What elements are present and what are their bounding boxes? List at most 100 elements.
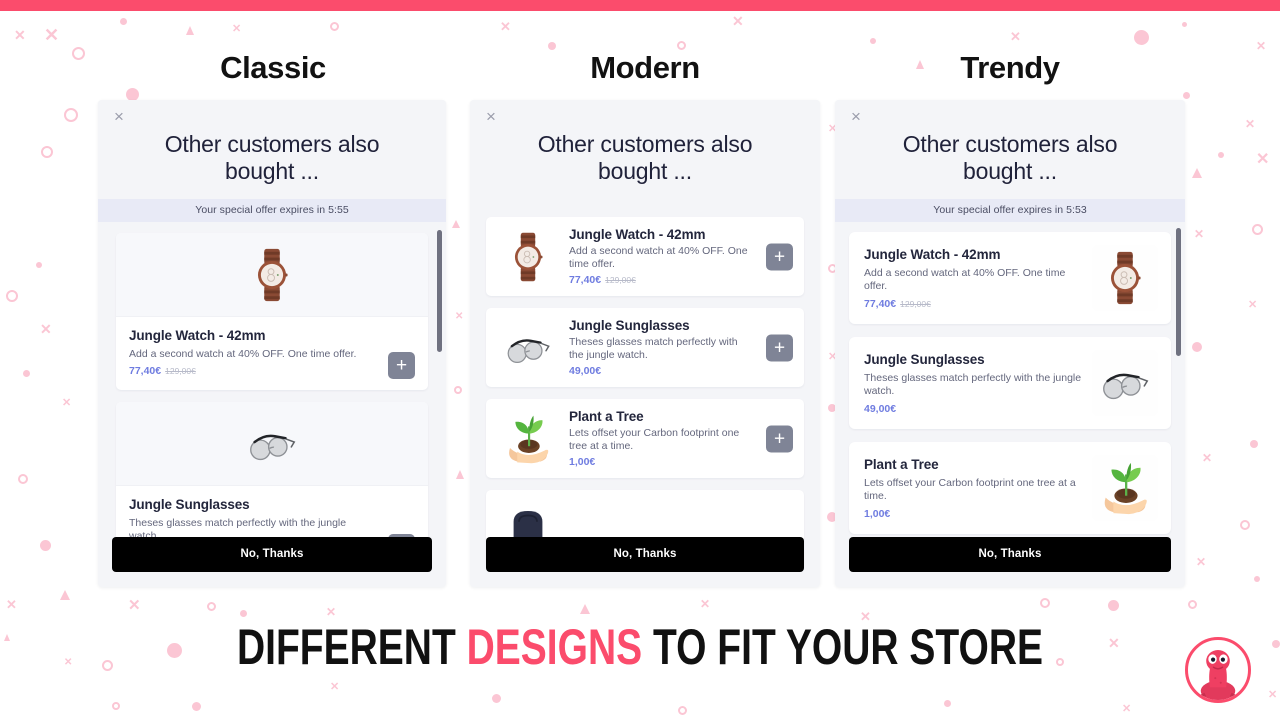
close-icon[interactable]: × [847,108,865,126]
decorative-ring [454,386,462,394]
decorative-dot [36,262,42,268]
current-price: 1,00€ [864,507,891,520]
slide-canvas: ✕✕✕✕✕✕✕✕✕✕✕✕✕✕✕✕✕✕✕✕✕✕✕✕✕✕✕✕✕ Classic Mo… [0,0,1280,720]
product-title: Plant a Tree [864,456,939,472]
product-card[interactable]: Jungle Watch - 42mm Add a second watch at… [849,232,1171,324]
design-variant-headings: Classic Modern Trendy [0,50,1280,96]
product-card[interactable]: Jungle Watch - 42mm Add a second watch at… [116,233,428,390]
product-info: Jungle Sunglasses Theses glasses match pe… [864,352,1092,415]
product-title: Jungle Sunglasses [864,351,985,367]
original-price: 129,00€ [165,366,196,376]
decorative-dot [240,610,247,617]
decorative-ex: ✕ [40,321,52,337]
decorative-ex: ✕ [500,19,511,34]
product-image [497,409,559,468]
decorative-ex: ✕ [62,397,72,409]
add-product-button[interactable]: + [388,352,415,379]
upsell-popup-classic: × Other customers also bought ... Your s… [98,100,446,587]
product-image [497,227,559,286]
product-price: 1,00€ [569,456,753,468]
product-price: 49,00€ [864,403,1082,415]
decorative-dot [870,38,876,44]
decorative-dot [548,42,556,50]
top-accent-bar [0,0,1280,11]
original-price: 129,00€ [900,298,931,309]
scrollbar-thumb[interactable] [1176,228,1181,356]
product-image [116,402,428,486]
decorative-dot [1192,342,1202,352]
product-description: Add a second watch at 40% OFF. One time … [569,245,748,270]
add-product-button[interactable]: + [766,425,793,452]
product-image [1092,455,1158,521]
product-scroll-area-classic[interactable]: Jungle Watch - 42mm Add a second watch at… [98,222,446,557]
decorative-ring [41,146,53,158]
watch-icon [257,248,288,301]
original-price: 129,00€ [605,275,636,285]
headline-part-2: TO FIT YOUR STORE [642,619,1044,675]
decorative-ex: ✕ [700,597,711,611]
upsell-popup-modern: × Other customers also bought ... Jungle… [470,100,820,587]
decorative-ring [64,108,78,122]
product-description: Theses glasses match perfectly with the … [864,371,1082,397]
decorative-dot [1218,152,1224,158]
product-image [1092,350,1158,416]
product-info: Plant a Tree Lets offset your Carbon foot… [569,409,793,468]
product-scroll-area-modern[interactable]: Jungle Watch - 42mm Add a second watch at… [470,209,820,568]
decorative-dot [944,700,951,707]
product-info [569,528,793,531]
decorative-ex: ✕ [330,681,340,693]
heading-classic: Classic [220,50,326,85]
product-card[interactable]: Plant a Tree Lets offset your Carbon foot… [486,399,804,478]
popup-title: Other customers also bought ... [902,131,1118,184]
decorative-ring [18,474,28,484]
decorative-tri [4,634,10,641]
current-price: 49,00€ [864,402,897,415]
add-product-button[interactable]: + [766,243,793,270]
close-icon[interactable]: × [110,108,128,126]
upsell-popup-trendy: × Other customers also bought ... Your s… [835,100,1185,587]
decorative-dot [1182,22,1187,27]
decorative-ex: ✕ [1122,703,1132,715]
headline-accent-word: DESIGNS [466,619,643,675]
slide-headline: DIFFERENT DESIGNS TO FIT YOUR STORE [141,618,1139,676]
heading-modern: Modern [590,50,700,85]
no-thanks-button[interactable]: No, Thanks [486,537,804,572]
product-description: Add a second watch at 40% OFF. One time … [864,266,1066,292]
product-price: 49,00€ [569,365,753,377]
decorative-ex: ✕ [232,23,242,35]
decorative-tri [456,470,464,479]
close-icon[interactable]: × [482,108,500,126]
no-thanks-button[interactable]: No, Thanks [849,537,1171,572]
heading-trendy: Trendy [960,50,1060,85]
product-description: Lets offset your Carbon footprint one tr… [864,476,1076,502]
decorative-ring [6,290,18,302]
current-price: 77,40€ [569,274,602,286]
sunglasses-icon [1103,373,1149,400]
decorative-ex: ✕ [455,311,464,322]
product-card[interactable]: Jungle Watch - 42mm Add a second watch at… [486,217,804,296]
decorative-ex: ✕ [326,605,337,619]
offer-timer-banner: Your special offer expires in 5:53 [835,199,1185,222]
product-info: Jungle Watch - 42mm Add a second watch at… [864,247,1092,310]
product-info: Jungle Watch - 42mm Add a second watch at… [569,227,793,286]
product-card[interactable]: Jungle Sunglasses Theses glasses match pe… [116,402,428,557]
popup-title: Other customers also bought ... [537,131,753,184]
product-card[interactable]: Jungle Sunglasses Theses glasses match pe… [486,308,804,387]
product-card[interactable]: Jungle Sunglasses Theses glasses match pe… [849,337,1171,429]
decorative-ex: ✕ [6,597,17,612]
popup-header-modern: × Other customers also bought ... [470,100,820,209]
offer-timer-banner: Your special offer expires in 5:55 [98,199,446,222]
decorative-tri [452,220,460,228]
decorative-ex: ✕ [1248,299,1258,311]
scrollbar-thumb[interactable] [437,230,442,352]
product-scroll-area-trendy[interactable]: Jungle Watch - 42mm Add a second watch at… [835,222,1185,560]
product-description: Lets offset your Carbon footprint one tr… [569,427,740,452]
product-title: Plant a Tree [569,409,644,424]
no-thanks-button[interactable]: No, Thanks [112,537,432,572]
plant-icon [509,415,549,463]
product-image [1092,245,1158,311]
sunglasses-icon [507,338,550,363]
product-card[interactable]: Plant a Tree Lets offset your Carbon foot… [849,442,1171,534]
decorative-ex: ✕ [1196,555,1207,569]
add-product-button[interactable]: + [766,334,793,361]
